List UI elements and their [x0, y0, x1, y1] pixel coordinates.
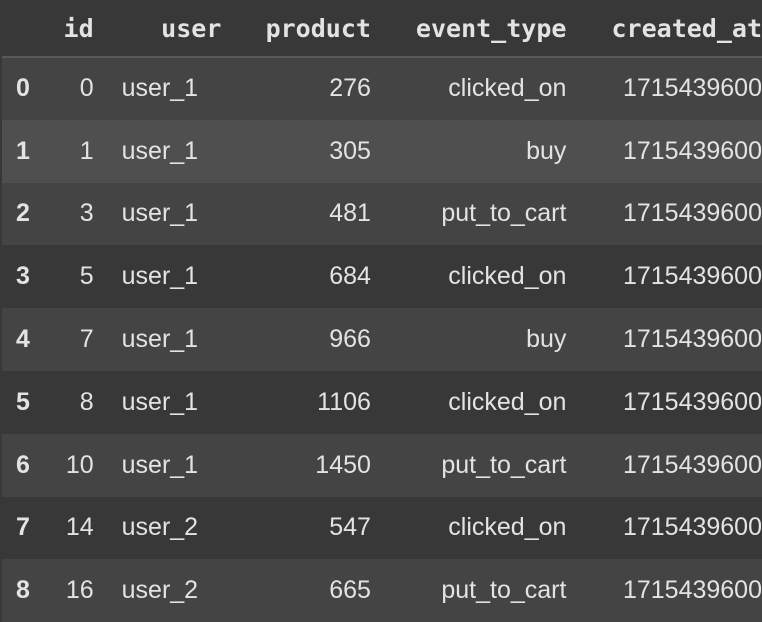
dataframe-output: id user product event_type created_at 0 …: [0, 0, 762, 622]
cell-id: 10: [65, 450, 94, 479]
row-index: 7: [16, 513, 30, 542]
cell-event-type: clicked_on: [448, 387, 567, 416]
cell-event-type: put_to_cart: [441, 450, 567, 479]
cell-event-type: buy: [526, 136, 567, 165]
cell-user: user_1: [121, 387, 199, 416]
row-index: 5: [16, 387, 30, 416]
table-header: id user product event_type created_at: [2, 0, 762, 58]
row-index: 3: [16, 262, 30, 291]
table-row: 5 8 user_1 1106 clicked_on 1715439600: [2, 370, 762, 434]
cell-id: 8: [79, 387, 94, 416]
cell-product: 481: [329, 199, 371, 228]
cell-product: 276: [329, 74, 371, 103]
cell-created-at: 1715439600: [622, 262, 762, 291]
cell-product: 665: [329, 576, 371, 605]
table-body: 0 0 user_1 276 clicked_on 1715439600 1 1…: [2, 57, 762, 622]
cell-created-at: 1715439600: [622, 325, 762, 354]
cell-id: 1: [79, 136, 94, 165]
header-event-type: event_type: [370, 0, 567, 58]
header-created-at: created_at: [566, 0, 762, 58]
table-row: 2 3 user_1 481 put_to_cart 1715439600: [2, 182, 762, 246]
table-row: 6 10 user_1 1450 put_to_cart 1715439600: [2, 433, 762, 497]
cell-product: 1450: [315, 450, 371, 479]
cell-id: 5: [79, 262, 94, 291]
cell-user: user_1: [121, 199, 199, 228]
cell-id: 0: [79, 74, 94, 103]
table-row: 8 16 user_2 665 put_to_cart 1715439600: [2, 559, 762, 622]
cell-id: 3: [79, 199, 94, 228]
cell-id: 7: [79, 325, 94, 354]
header-index: [2, 0, 52, 58]
cell-created-at: 1715439600: [622, 450, 762, 479]
cell-created-at: 1715439600: [622, 387, 762, 416]
table-row: 7 14 user_2 547 clicked_on 1715439600: [2, 496, 762, 560]
cell-product: 684: [329, 262, 371, 291]
row-index: 6: [16, 450, 30, 479]
cell-user: user_1: [121, 262, 199, 291]
cell-product: 305: [329, 136, 371, 165]
header-product: product: [221, 0, 371, 58]
table-row: 0 0 user_1 276 clicked_on 1715439600: [2, 57, 762, 120]
cell-event-type: clicked_on: [448, 262, 567, 291]
cell-user: user_1: [121, 325, 199, 354]
header-row: id user product event_type created_at: [2, 0, 762, 58]
row-index: 8: [16, 576, 30, 605]
table-row: 1 1 user_1 305 buy 1715439600: [2, 119, 762, 183]
cell-user: user_1: [121, 136, 199, 165]
cell-id: 16: [65, 576, 94, 605]
cell-event-type: clicked_on: [448, 513, 567, 542]
cell-event-type: buy: [526, 325, 567, 354]
dataframe-table: id user product event_type created_at 0 …: [2, 0, 762, 622]
cell-product: 547: [329, 513, 371, 542]
row-index: 4: [16, 325, 30, 354]
cell-event-type: put_to_cart: [441, 576, 567, 605]
cell-created-at: 1715439600: [622, 136, 762, 165]
cell-created-at: 1715439600: [622, 513, 762, 542]
cell-product: 1106: [317, 387, 371, 416]
cell-product: 966: [329, 325, 371, 354]
cell-event-type: put_to_cart: [441, 199, 567, 228]
cell-user: user_1: [121, 450, 199, 479]
header-id: id: [51, 0, 94, 58]
cell-user: user_2: [121, 576, 199, 605]
row-index: 1: [16, 136, 30, 165]
cell-id: 14: [65, 513, 94, 542]
header-user: user: [93, 0, 222, 58]
cell-created-at: 1715439600: [622, 74, 762, 103]
cell-event-type: clicked_on: [448, 74, 567, 103]
row-index: 0: [16, 74, 30, 103]
cell-user: user_2: [121, 513, 199, 542]
row-index: 2: [16, 199, 30, 228]
table-row: 3 5 user_1 684 clicked_on 1715439600: [2, 245, 762, 309]
cell-created-at: 1715439600: [622, 576, 762, 605]
table-row: 4 7 user_1 966 buy 1715439600: [2, 308, 762, 371]
cell-created-at: 1715439600: [622, 199, 762, 228]
cell-user: user_1: [121, 74, 199, 103]
